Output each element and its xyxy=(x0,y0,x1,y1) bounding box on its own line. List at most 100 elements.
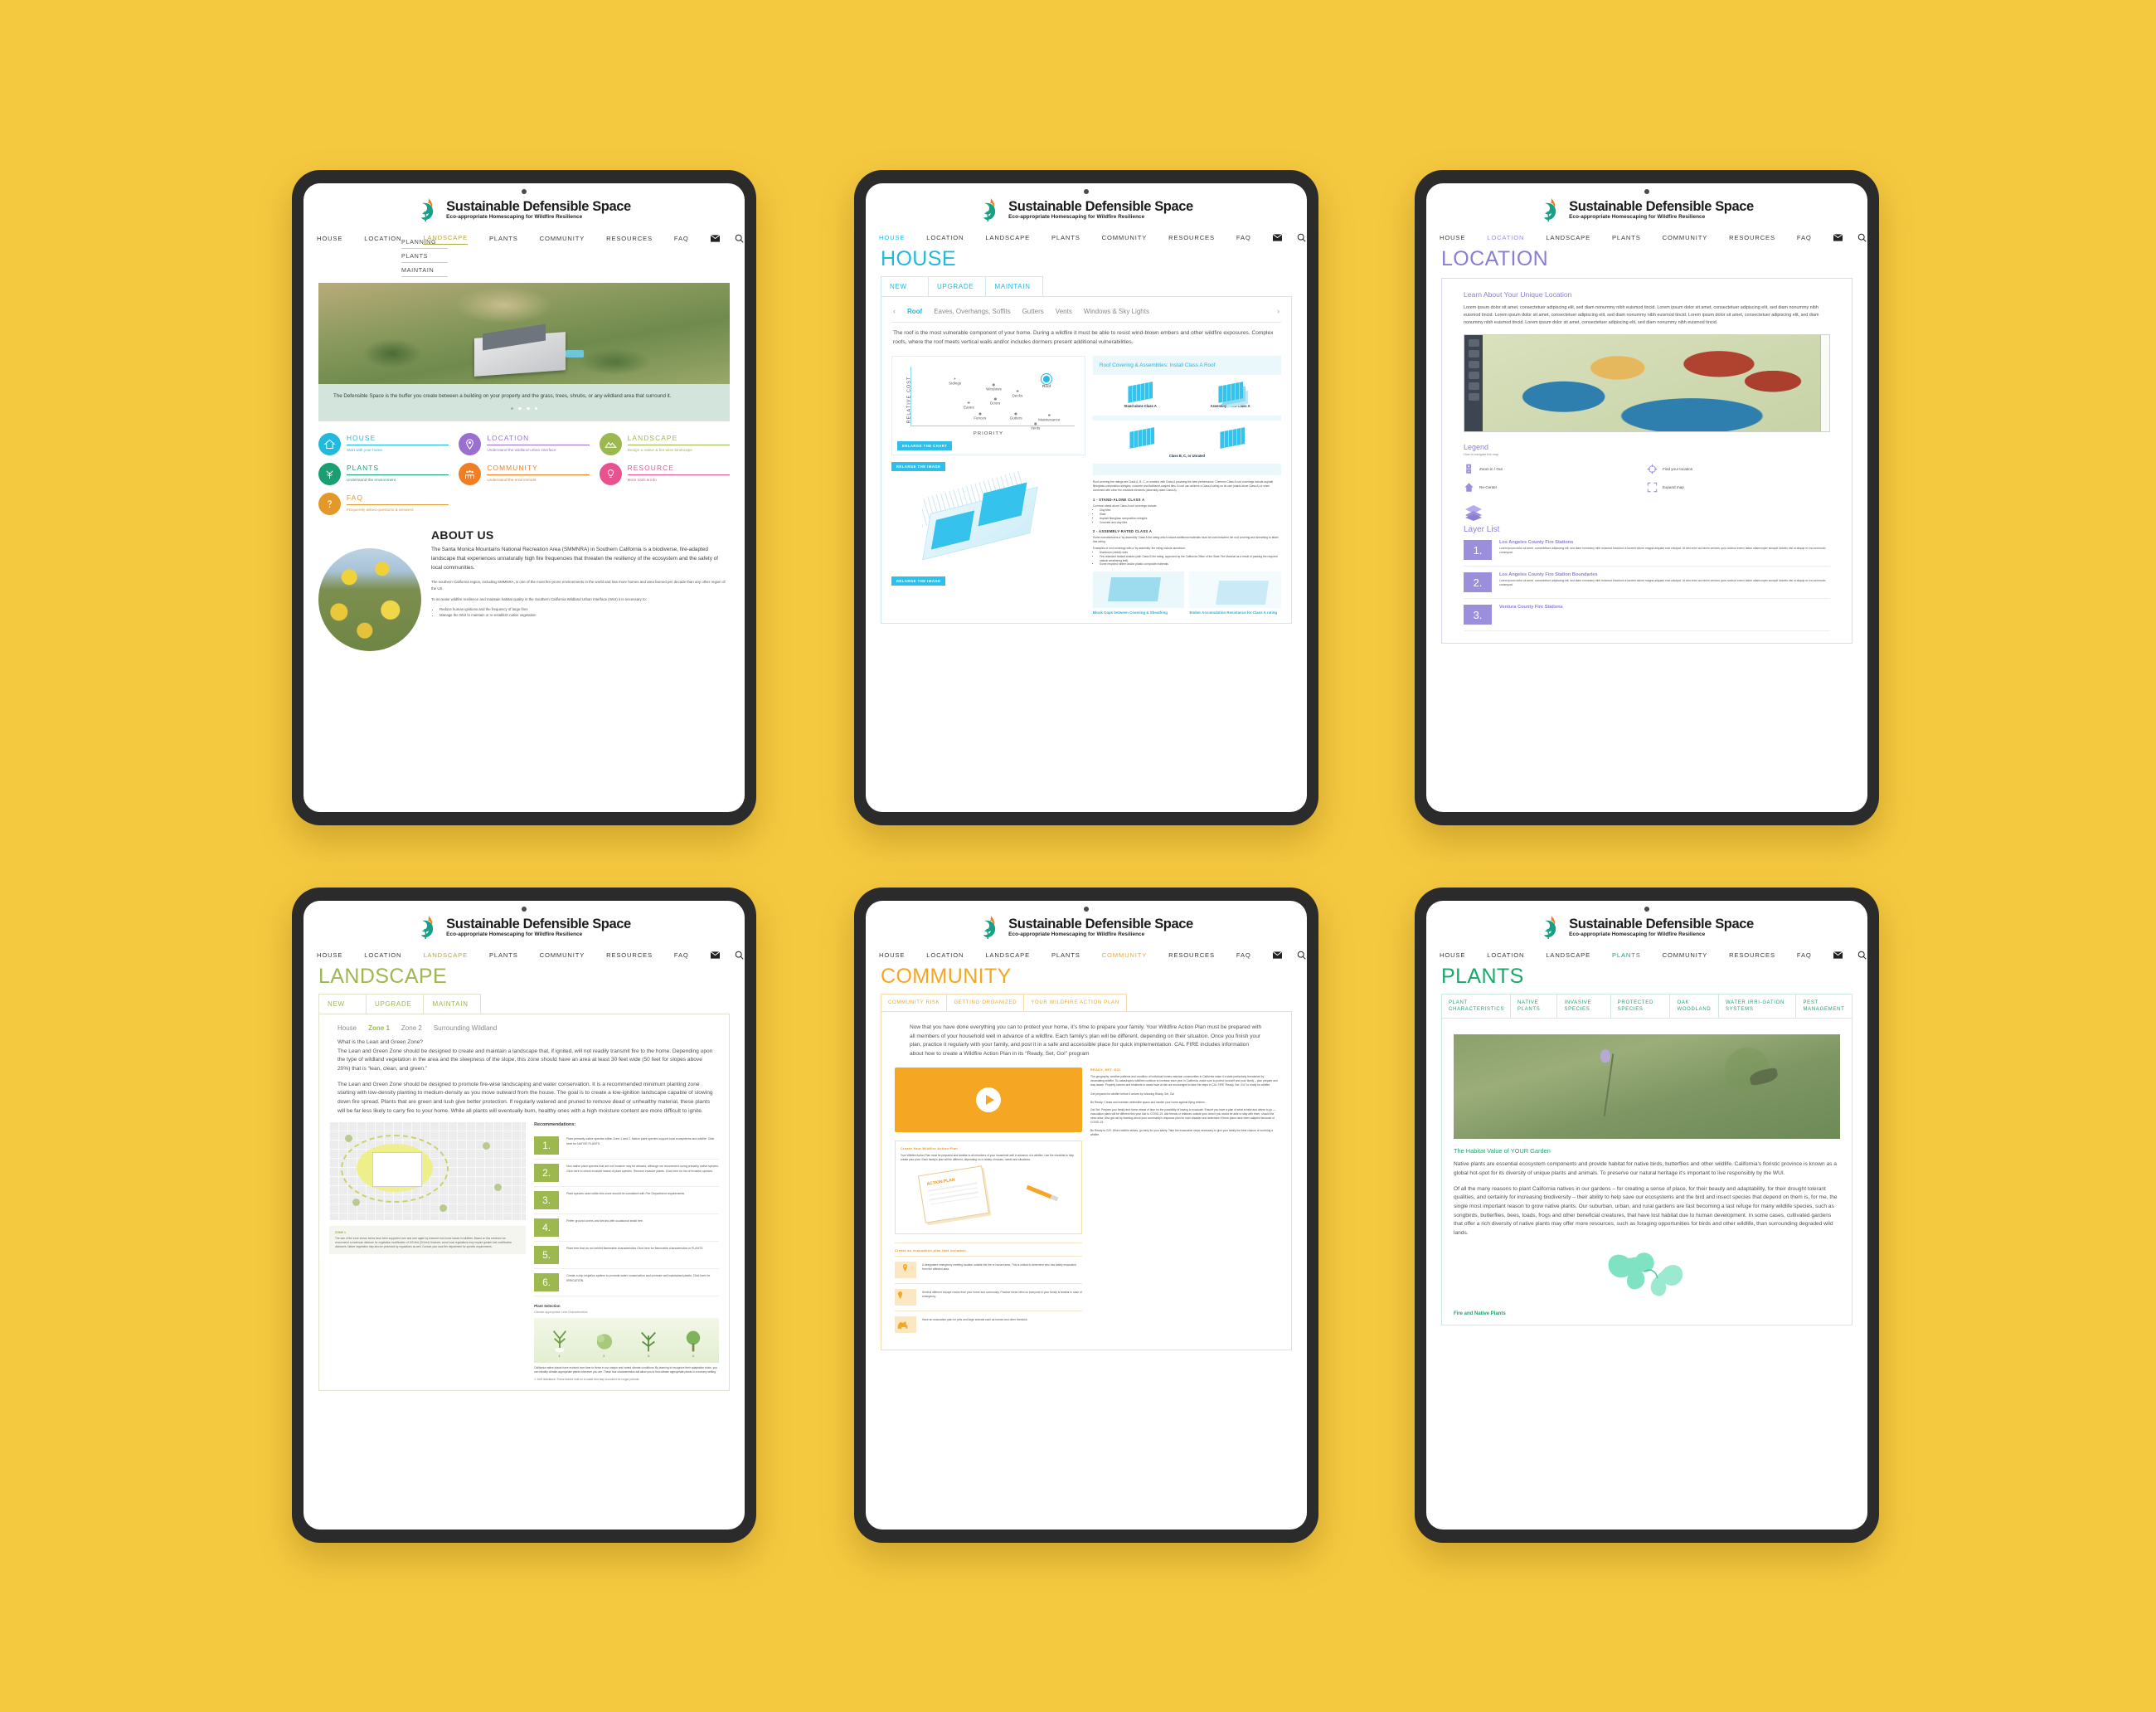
mail-icon[interactable] xyxy=(1833,951,1843,960)
subtab-gutters[interactable]: Gutters xyxy=(1022,308,1044,315)
tab-new[interactable]: NEW xyxy=(881,276,929,296)
tab-community-risk[interactable]: COMMUNITY RISK xyxy=(881,994,948,1012)
nav-item-faq[interactable]: FAQ xyxy=(674,232,689,245)
subtab-windows[interactable]: Windows & Sky Lights xyxy=(1084,308,1149,315)
tab-maintain[interactable]: MAINTAIN xyxy=(424,994,481,1014)
nav-item-faq[interactable]: FAQ xyxy=(1236,231,1251,244)
subtab-wildland[interactable]: Surrounding Wildland xyxy=(434,1024,498,1032)
carousel-dot-3[interactable] xyxy=(527,406,530,411)
tab-getting-organized[interactable]: GETTING ORGANIZED xyxy=(947,994,1025,1012)
nav-item-house[interactable]: HOUSE xyxy=(317,232,342,245)
tab-upgrade[interactable]: UPGRADE xyxy=(367,994,425,1014)
map-canvas[interactable] xyxy=(1483,335,1820,432)
mail-icon[interactable] xyxy=(1833,233,1843,242)
nav-item-location[interactable]: LOCATION xyxy=(1487,949,1524,961)
play-button-icon[interactable] xyxy=(976,1087,1001,1112)
map-tool[interactable] xyxy=(1468,350,1479,358)
map-tool[interactable] xyxy=(1468,372,1479,380)
nav-item-resources[interactable]: RESOURCES xyxy=(1729,949,1775,961)
nav-item-plants[interactable]: PLANTS xyxy=(489,949,518,961)
nav-item-faq[interactable]: FAQ xyxy=(674,949,689,961)
nav-item-faq[interactable]: FAQ xyxy=(1797,949,1812,961)
interactive-map[interactable] xyxy=(1464,334,1830,433)
map-tool[interactable] xyxy=(1468,339,1479,348)
tab-plant-characteristics[interactable]: PLANT CHARACTERISTICS xyxy=(1441,994,1511,1019)
submenu-item-planning[interactable]: PLANNING xyxy=(401,235,448,249)
category-card-landscape[interactable]: LANDSCAPE Design a native & fire-wise la… xyxy=(599,433,730,456)
tab-invasive-species[interactable]: INVASIVE SPECIES xyxy=(1557,994,1611,1019)
mail-icon[interactable] xyxy=(1272,233,1282,242)
search-icon[interactable] xyxy=(1297,233,1306,242)
wildfire-video-player[interactable] xyxy=(895,1067,1082,1132)
search-icon[interactable] xyxy=(735,234,744,243)
mail-icon[interactable] xyxy=(1272,951,1282,960)
nav-item-plants[interactable]: PLANTS xyxy=(1051,949,1080,961)
category-card-faq[interactable]: FAQ Frequently asked questions & answers xyxy=(318,493,449,516)
mail-icon[interactable] xyxy=(710,951,720,960)
layer-list-item[interactable]: 3. Ventura County Fire Stations xyxy=(1464,599,1830,632)
tab-wildfire-action-plan[interactable]: YOUR WILDFIRE ACTION PLAN xyxy=(1024,994,1127,1012)
nav-item-landscape[interactable]: LANDSCAPE xyxy=(985,231,1030,244)
subtab-vents[interactable]: Vents xyxy=(1056,308,1072,315)
submenu-item-plants[interactable]: PLANTS xyxy=(401,249,448,263)
chevron-left-icon[interactable]: ‹ xyxy=(893,307,896,315)
carousel-dot-4[interactable] xyxy=(534,406,538,411)
layer-list-item[interactable]: 1. Los Angeles County Fire Stations Lore… xyxy=(1464,534,1830,567)
enlarge-chart-button[interactable]: ENLARGE THE CHART xyxy=(897,441,953,451)
nav-item-community[interactable]: COMMUNITY xyxy=(540,232,585,245)
carousel-dot-1[interactable] xyxy=(510,406,514,411)
category-card-resource[interactable]: RESOURCE More tools & info xyxy=(599,463,730,486)
map-scrollbar[interactable] xyxy=(1820,335,1829,432)
tab-protected-species[interactable]: PROTECTED SPECIES xyxy=(1610,994,1671,1019)
map-tool[interactable] xyxy=(1468,361,1479,369)
category-card-plants[interactable]: PLANTS Understand the environment xyxy=(318,463,449,486)
nav-item-faq[interactable]: FAQ xyxy=(1236,949,1251,961)
nav-item-plants[interactable]: PLANTS xyxy=(1612,231,1641,244)
nav-item-plants[interactable]: PLANTS xyxy=(489,232,518,245)
nav-item-plants[interactable]: PLANTS xyxy=(1051,231,1080,244)
nav-item-location[interactable]: LOCATION xyxy=(1487,231,1524,244)
carousel-dot-2[interactable] xyxy=(518,406,522,411)
tab-new[interactable]: NEW xyxy=(318,994,367,1014)
nav-item-resources[interactable]: RESOURCES xyxy=(606,232,653,245)
tab-maintain[interactable]: MAINTAIN xyxy=(986,276,1043,296)
search-icon[interactable] xyxy=(735,951,744,960)
tab-water-irrigation[interactable]: WATER IRRI-GATION SYSTEMS xyxy=(1718,994,1797,1019)
nav-item-landscape[interactable]: LANDSCAPE xyxy=(423,949,468,961)
carousel-dots[interactable] xyxy=(333,406,715,411)
search-icon[interactable] xyxy=(1297,951,1306,960)
mail-icon[interactable] xyxy=(710,234,720,243)
nav-item-resources[interactable]: RESOURCES xyxy=(1729,231,1775,244)
tab-native-plants[interactable]: NATIVE PLANTS xyxy=(1510,994,1558,1019)
nav-item-house[interactable]: HOUSE xyxy=(879,949,905,961)
nav-item-resources[interactable]: RESOURCES xyxy=(1168,949,1215,961)
enlarge-image-button-top[interactable]: ENLARGE THE IMAGE xyxy=(891,462,946,472)
subtab-house[interactable]: House xyxy=(337,1024,357,1032)
subtab-zone2[interactable]: Zone 2 xyxy=(401,1024,422,1032)
category-card-community[interactable]: COMMUNITY Understand the environment xyxy=(459,463,590,486)
tab-oak-woodland[interactable]: OAK WOODLAND xyxy=(1670,994,1719,1019)
submenu-item-maintain[interactable]: MAINTAIN xyxy=(401,263,448,277)
tab-upgrade[interactable]: UPGRADE xyxy=(929,276,987,296)
nav-item-house[interactable]: HOUSE xyxy=(317,949,342,961)
nav-item-community[interactable]: COMMUNITY xyxy=(1102,949,1147,961)
nav-item-location[interactable]: LOCATION xyxy=(364,949,401,961)
nav-item-landscape[interactable]: LANDSCAPE xyxy=(1546,231,1590,244)
tab-pest-management[interactable]: PEST MANAGEMENT xyxy=(1796,994,1853,1019)
nav-item-resources[interactable]: RESOURCES xyxy=(606,949,653,961)
nav-item-community[interactable]: COMMUNITY xyxy=(540,949,585,961)
nav-item-community[interactable]: COMMUNITY xyxy=(1663,231,1707,244)
nav-item-landscape[interactable]: LANDSCAPE xyxy=(985,949,1030,961)
enlarge-image-button-bottom[interactable]: ENLARGE THE IMAGE xyxy=(891,576,946,586)
map-tool[interactable] xyxy=(1468,382,1479,391)
nav-item-house[interactable]: HOUSE xyxy=(879,231,905,244)
nav-item-house[interactable]: HOUSE xyxy=(1440,949,1465,961)
nav-item-house[interactable]: HOUSE xyxy=(1440,231,1465,244)
nav-item-plants[interactable]: PLANTS xyxy=(1612,949,1641,961)
nav-item-location[interactable]: LOCATION xyxy=(926,949,964,961)
nav-item-landscape[interactable]: LANDSCAPE xyxy=(1546,949,1590,961)
layer-list-item[interactable]: 2. Los Angeles County Fire Station Bound… xyxy=(1464,567,1830,600)
subtab-zone1[interactable]: Zone 1 xyxy=(368,1024,390,1032)
map-sidebar[interactable] xyxy=(1464,335,1483,432)
search-icon[interactable] xyxy=(1857,233,1867,242)
